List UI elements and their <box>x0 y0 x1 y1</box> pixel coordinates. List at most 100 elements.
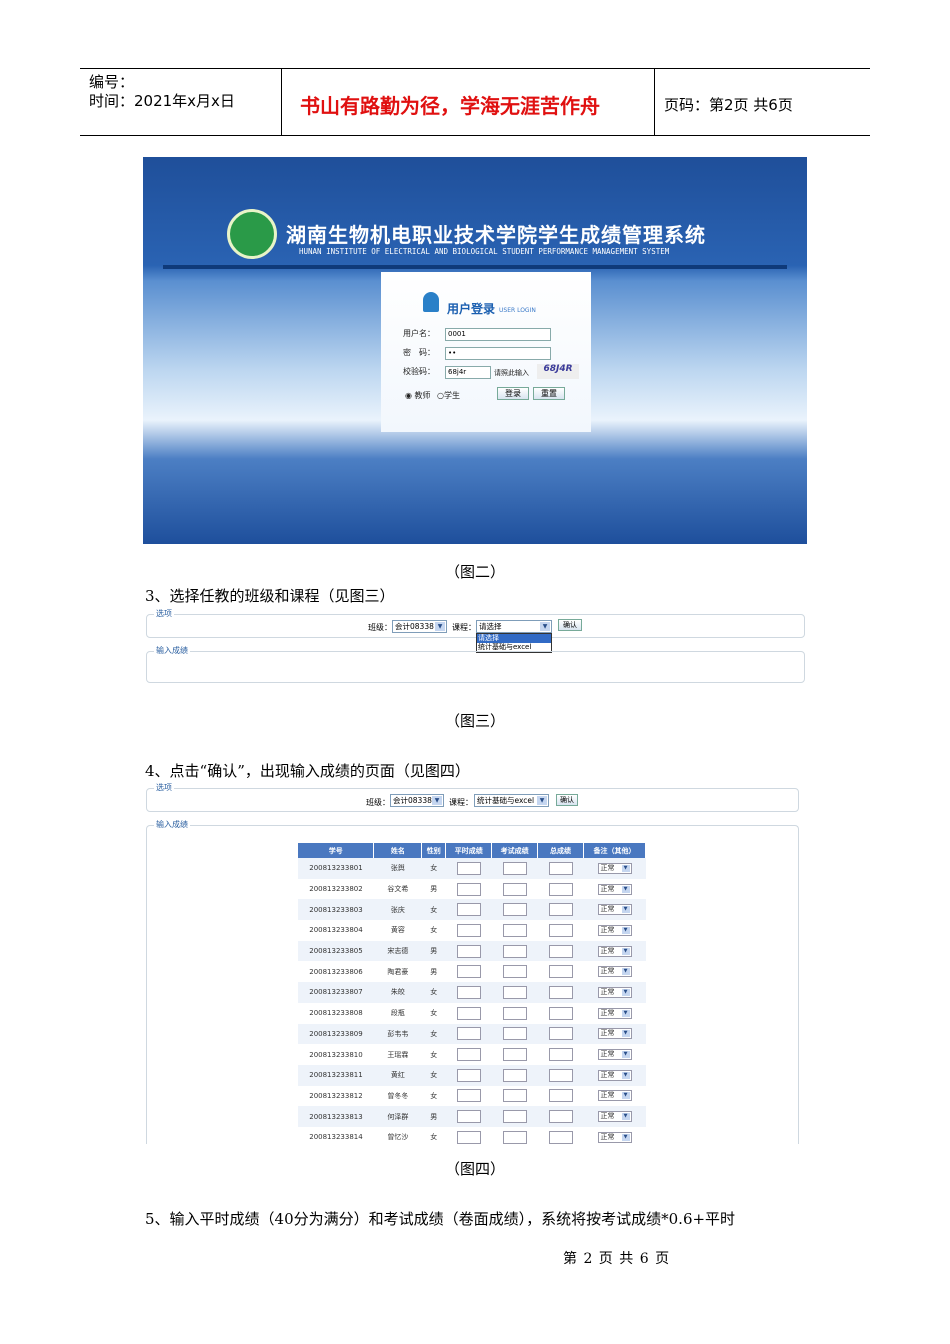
users-icon <box>423 292 439 312</box>
remark-select[interactable]: 正常 ▼ <box>597 883 632 895</box>
role-teacher-radio[interactable]: ◉ 教师 <box>405 390 431 401</box>
password-input[interactable]: •• <box>445 347 551 360</box>
regular-score-input[interactable] <box>456 1048 481 1062</box>
exam-score-input[interactable] <box>502 1048 527 1062</box>
exam-score-input[interactable] <box>502 944 527 958</box>
total-score-input[interactable] <box>548 1068 573 1082</box>
class-select[interactable]: 会计08338 ▼ <box>390 794 444 807</box>
student-id: 200813233804 <box>309 926 363 935</box>
remark-value: 正常 <box>600 987 615 996</box>
column-header: 姓名 <box>373 843 423 858</box>
exam-score-input[interactable] <box>502 882 527 896</box>
chevron-down-icon: ▼ <box>621 926 630 934</box>
student-id: 200813233812 <box>309 1091 363 1100</box>
remark-select[interactable]: 正常 ▼ <box>597 1007 632 1019</box>
remark-select[interactable]: 正常 ▼ <box>597 1111 632 1123</box>
exam-score-input[interactable] <box>502 923 527 937</box>
class-select[interactable]: 会计08338 ▼ <box>392 620 447 633</box>
exam-score-input[interactable] <box>502 1130 527 1144</box>
remark-select[interactable]: 正常 ▼ <box>597 986 632 998</box>
remark-select[interactable]: 正常 ▼ <box>597 1028 632 1040</box>
confirm-button[interactable]: 确认 <box>556 794 578 806</box>
regular-score-input[interactable] <box>456 861 481 875</box>
student-gender: 女 <box>421 899 446 921</box>
role-student-label: 学生 <box>443 391 460 400</box>
header-top-rule <box>80 68 870 69</box>
total-score-input[interactable] <box>548 1110 573 1124</box>
student-id: 200813233809 <box>298 1023 374 1045</box>
total-score-input[interactable] <box>548 903 573 917</box>
regular-score-input[interactable] <box>456 985 481 999</box>
regular-score-input[interactable] <box>456 882 481 896</box>
exam-score-input[interactable] <box>502 861 527 875</box>
captcha-hint: 请照此输入 <box>494 369 529 377</box>
chevron-down-icon: ▼ <box>621 1092 630 1100</box>
total-score-input[interactable] <box>548 1048 573 1062</box>
chevron-down-icon: ▼ <box>621 1071 630 1079</box>
role-student-radio[interactable]: ○学生 <box>437 390 460 401</box>
input-grades-legend: 输入成绩 <box>154 645 190 656</box>
confirm-button[interactable]: 确认 <box>558 619 582 631</box>
total-score-input[interactable] <box>548 965 573 979</box>
regular-score-input[interactable] <box>456 1130 481 1144</box>
student-gender: 男 <box>430 967 438 976</box>
username-input[interactable]: 0001 <box>445 328 551 341</box>
remark-value: 正常 <box>600 1091 615 1100</box>
captcha-label: 校验码： <box>403 367 435 376</box>
chevron-down-icon: ▼ <box>432 796 442 805</box>
remark-select[interactable]: 正常 ▼ <box>597 862 632 874</box>
regular-score-input[interactable] <box>456 944 481 958</box>
total-score-input[interactable] <box>548 1027 573 1041</box>
regular-score-input[interactable] <box>456 923 481 937</box>
exam-score-input[interactable] <box>502 1006 527 1020</box>
exam-score-input[interactable] <box>502 965 527 979</box>
total-score-input[interactable] <box>548 985 573 999</box>
page-footer: 第 2 页 共 6 页 <box>563 1251 671 1267</box>
exam-score-input[interactable] <box>502 1110 527 1124</box>
reset-button[interactable]: 重置 <box>533 387 565 400</box>
total-score-input[interactable] <box>548 882 573 896</box>
regular-score-input[interactable] <box>456 965 481 979</box>
remark-select[interactable]: 正常 ▼ <box>597 1049 632 1061</box>
remark-select[interactable]: 正常 ▼ <box>597 1131 632 1143</box>
table-row: 200813233803 张庆女 正常 ▼ <box>298 899 646 921</box>
remark-select[interactable]: 正常 ▼ <box>597 904 632 916</box>
login-button[interactable]: 登录 <box>497 387 529 400</box>
student-id: 200813233813 <box>298 1106 374 1127</box>
total-score-input[interactable] <box>548 944 573 958</box>
exam-score-input[interactable] <box>502 903 527 917</box>
course-select[interactable]: 统计基础与excel ▼ <box>474 794 549 807</box>
total-score-input[interactable] <box>548 861 573 875</box>
regular-score-input[interactable] <box>456 1006 481 1020</box>
remark-value: 正常 <box>600 967 615 976</box>
student-name: 曾冬冬 <box>387 1091 409 1100</box>
total-score-input[interactable] <box>548 923 573 937</box>
exam-score-input[interactable] <box>502 985 527 999</box>
remark-select[interactable]: 正常 ▼ <box>597 945 632 957</box>
regular-score-input[interactable] <box>456 903 481 917</box>
regular-score-input[interactable] <box>456 1068 481 1082</box>
exam-score-input[interactable] <box>502 1089 527 1103</box>
regular-score-input[interactable] <box>456 1027 481 1041</box>
captcha-input[interactable]: 68j4r <box>445 366 491 379</box>
remark-value: 正常 <box>600 1008 615 1017</box>
total-score-input[interactable] <box>548 1089 573 1103</box>
chevron-down-icon: ▼ <box>621 947 630 955</box>
total-score-input[interactable] <box>548 1006 573 1020</box>
figure-caption: （图三） <box>444 712 505 730</box>
course-select[interactable]: 请选择 ▼ <box>476 620 552 633</box>
input-grades-legend: 输入成绩 <box>154 819 190 830</box>
regular-score-input[interactable] <box>456 1089 481 1103</box>
exam-score-input[interactable] <box>502 1027 527 1041</box>
remark-select[interactable]: 正常 ▼ <box>597 924 632 936</box>
total-score-input[interactable] <box>548 1130 573 1144</box>
student-gender: 女 <box>421 982 446 1003</box>
remark-select[interactable]: 正常 ▼ <box>597 1069 632 1081</box>
remark-value: 正常 <box>600 946 615 955</box>
remark-value: 正常 <box>600 925 615 934</box>
exam-score-input[interactable] <box>502 1068 527 1082</box>
remark-select[interactable]: 正常 ▼ <box>597 966 632 978</box>
dropdown-option[interactable]: 请选择 <box>477 634 551 643</box>
remark-select[interactable]: 正常 ▼ <box>597 1090 632 1102</box>
regular-score-input[interactable] <box>456 1110 481 1124</box>
